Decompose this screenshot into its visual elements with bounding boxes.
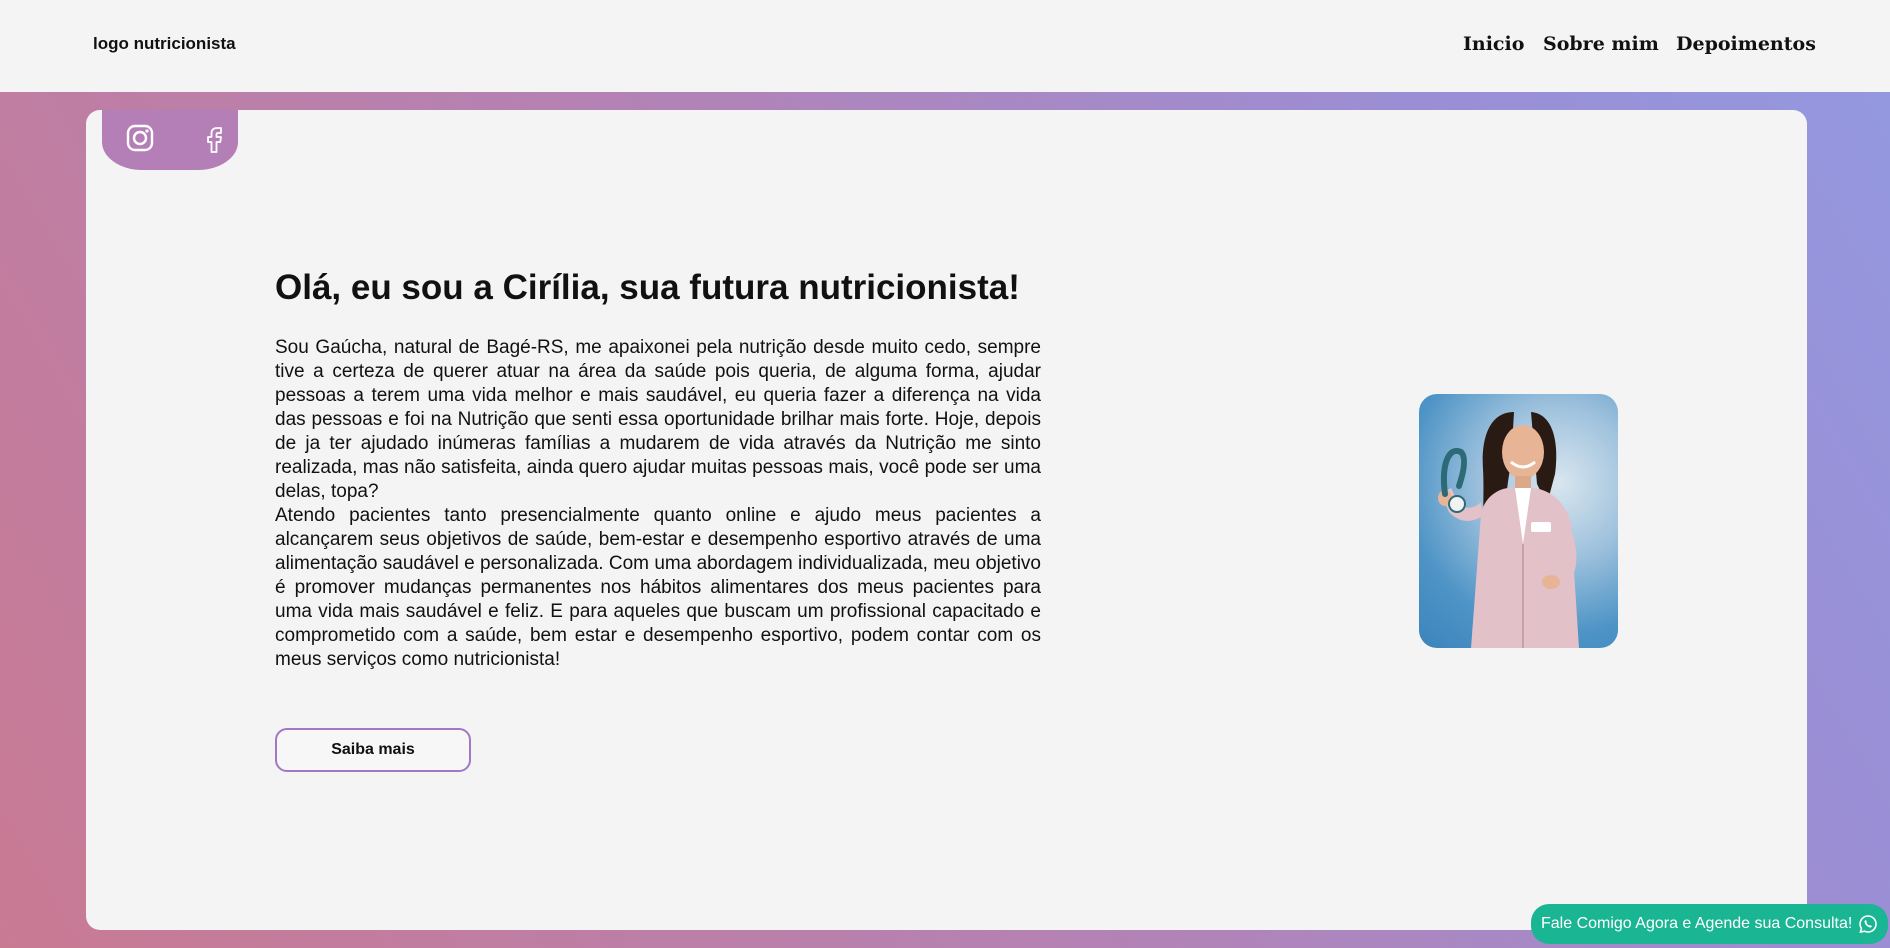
bio-paragraph-2: Atendo pacientes tanto presencialmente q… <box>275 505 1041 670</box>
instagram-icon[interactable] <box>124 122 156 154</box>
social-links <box>102 110 238 170</box>
nutritionist-photo <box>1419 394 1618 648</box>
bio-paragraph-1: Sou Gaúcha, natural de Bagé-RS, me apaix… <box>275 337 1041 502</box>
whatsapp-icon <box>1859 915 1878 934</box>
whatsapp-contact-button[interactable]: Fale Comigo Agora e Agende sua Consulta! <box>1531 904 1888 944</box>
nav-item-inicio[interactable]: Inicio <box>1463 33 1524 55</box>
saiba-mais-button[interactable]: Saiba mais <box>275 728 471 772</box>
whatsapp-label: Fale Comigo Agora e Agende sua Consulta! <box>1541 915 1853 932</box>
top-navbar: logo nutricionista Inicio Sobre mim Depo… <box>0 0 1890 92</box>
nav-item-sobre-mim[interactable]: Sobre mim <box>1543 33 1659 55</box>
nav-item-depoimentos[interactable]: Depoimentos <box>1676 33 1816 55</box>
logo[interactable]: logo nutricionista <box>93 34 236 54</box>
hero-title: Olá, eu sou a Cirília, sua futura nutric… <box>275 268 1020 307</box>
bio-text: Sou Gaúcha, natural de Bagé-RS, me apaix… <box>275 336 1041 672</box>
facebook-icon[interactable] <box>198 122 230 154</box>
hero-card: Olá, eu sou a Cirília, sua futura nutric… <box>86 110 1807 930</box>
